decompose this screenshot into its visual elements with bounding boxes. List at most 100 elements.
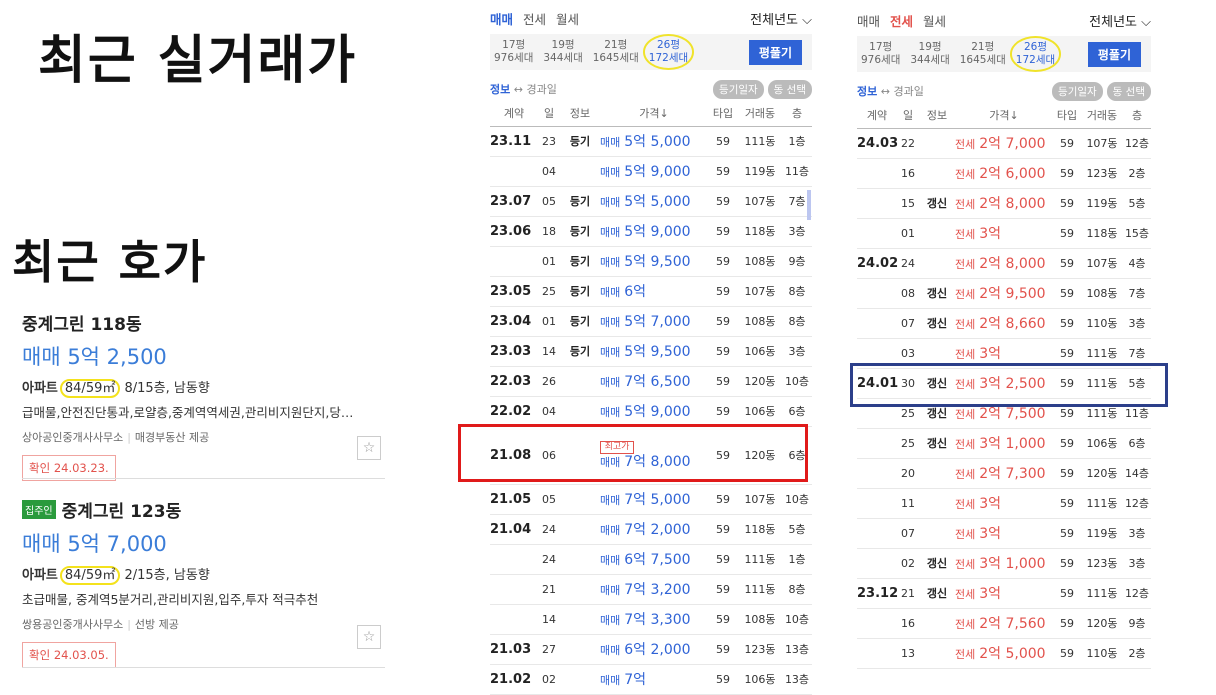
transaction-row[interactable]: 22.03 26 매매 7억 6,500 59 120동 10층 xyxy=(490,366,812,397)
column-header[interactable]: 가격↓ xyxy=(955,102,1053,129)
tab-monthly[interactable]: 월세 xyxy=(923,11,946,30)
transaction-row[interactable]: 11 전세 3억 59 111동 12층 xyxy=(857,488,1151,519)
transaction-row[interactable]: 14 매매 7억 3,300 59 108동 10층 xyxy=(490,604,812,635)
scrollbar-thumb[interactable] xyxy=(807,190,811,220)
transaction-row[interactable]: 23.12 21 갱신 전세 3억 59 111동 12층 xyxy=(857,578,1151,609)
transaction-row[interactable]: 25 갱신 전세 3억 1,000 59 106동 6층 xyxy=(857,428,1151,459)
type-cell: 59 xyxy=(1053,578,1081,609)
transaction-row[interactable]: 01 등기 매매 5억 9,500 59 108동 9층 xyxy=(490,246,812,277)
dong-select-pill[interactable]: 동 선택 xyxy=(1106,81,1151,101)
floor-cell: 12층 xyxy=(1123,488,1151,519)
transaction-row[interactable]: 16 전세 2억 7,560 59 120동 9층 xyxy=(857,608,1151,639)
size-option[interactable]: 19평 344세대 xyxy=(543,39,582,65)
area-highlight: 84/59㎡ xyxy=(59,566,121,585)
contract-day: 14 xyxy=(538,336,560,367)
transaction-row[interactable]: 07 전세 3억 59 119동 3층 xyxy=(857,518,1151,549)
type-cell: 59 xyxy=(1053,308,1081,339)
size-option-selected[interactable]: 26평 172세대 xyxy=(642,34,695,70)
price-cell: 매매 5억 9,000 xyxy=(600,156,708,187)
transaction-row[interactable]: 23.03 14 등기 매매 5억 9,500 59 106동 3층 xyxy=(490,336,812,367)
deal-type-label: 매매 xyxy=(600,346,621,359)
transaction-row[interactable]: 21.04 24 매매 7억 2,000 59 118동 5층 xyxy=(490,514,812,545)
transaction-row[interactable]: 21.02 02 매매 7억 59 106동 13층 xyxy=(490,664,812,695)
deal-type-tabs: 매매 전세 월세 전체년도 ⌵ xyxy=(857,8,1151,32)
price-value: 3억 xyxy=(979,586,1002,602)
contract-month xyxy=(857,158,897,189)
transaction-row[interactable]: 20 전세 2억 7,300 59 120동 14층 xyxy=(857,458,1151,489)
transaction-row[interactable]: 23.04 01 등기 매매 5억 7,000 59 108동 8층 xyxy=(490,306,812,337)
info-toggle[interactable]: 정보 xyxy=(490,81,510,97)
info-cell: 등기 xyxy=(560,336,600,367)
type-cell: 59 xyxy=(708,634,738,665)
transaction-row[interactable]: 13 전세 2억 5,000 59 110동 2층 xyxy=(857,638,1151,669)
transaction-row[interactable]: 23.05 25 등기 매매 6억 59 107동 8층 xyxy=(490,276,812,307)
size-option-selected[interactable]: 26평 172세대 xyxy=(1009,36,1062,72)
contract-month xyxy=(490,574,538,605)
contract-month xyxy=(490,156,538,187)
transaction-row[interactable]: 01 전세 3억 59 118동 15층 xyxy=(857,218,1151,249)
size-option[interactable]: 17평 976세대 xyxy=(861,41,900,67)
transaction-row[interactable]: 08 갱신 전세 2억 9,500 59 108동 7층 xyxy=(857,278,1151,309)
column-header[interactable]: 가격↓ xyxy=(600,100,708,127)
listing-card[interactable]: 집주인 중계그린 123동 매매 5억 7,000 아파트 84/59㎡ 2/15층… xyxy=(22,497,385,673)
elapsed-toggle[interactable]: ↔ 경과일 xyxy=(881,83,924,99)
registry-date-pill[interactable]: 등기일자 xyxy=(713,79,764,99)
contract-day: 23 xyxy=(538,126,560,157)
tab-jeonse[interactable]: 전세 xyxy=(523,9,546,28)
info-cell: 갱신 xyxy=(919,548,955,579)
transaction-row[interactable]: 23.11 23 등기 매매 5억 5,000 59 111동 1층 xyxy=(490,126,812,157)
dong-select-pill[interactable]: 동 선택 xyxy=(767,79,812,99)
size-option[interactable]: 19평 344세대 xyxy=(910,41,949,67)
info-cell xyxy=(560,366,600,397)
star-icon[interactable]: ☆ xyxy=(357,625,381,649)
size-option[interactable]: 17평 976세대 xyxy=(494,39,533,65)
tab-sale[interactable]: 매매 xyxy=(857,11,880,30)
pyeong-toggle-button[interactable]: 평풀기 xyxy=(1087,42,1141,67)
transaction-row[interactable]: 21.05 05 매매 7억 5,000 59 107동 10층 xyxy=(490,484,812,515)
transaction-row[interactable]: 24 매매 6억 7,500 59 111동 1층 xyxy=(490,544,812,575)
price-value: 3억 xyxy=(979,496,1002,512)
info-toggle[interactable]: 정보 xyxy=(857,83,877,99)
info-cell: 갱신 xyxy=(919,278,955,309)
transaction-row[interactable]: 24.02 24 전세 2억 8,000 59 107동 4층 xyxy=(857,248,1151,279)
price-cell: 전세 2억 7,000 xyxy=(955,128,1053,159)
building-cell: 111동 xyxy=(1081,578,1123,609)
transaction-row[interactable]: 16 전세 2억 6,000 59 123동 2층 xyxy=(857,158,1151,189)
tab-jeonse[interactable]: 전세 xyxy=(890,11,913,30)
elapsed-toggle[interactable]: ↔ 경과일 xyxy=(514,81,557,97)
registry-date-pill[interactable]: 등기일자 xyxy=(1052,81,1103,101)
info-cell xyxy=(919,248,955,279)
year-select[interactable]: 전체년도 ⌵ xyxy=(1089,11,1151,30)
transaction-row[interactable]: 23.06 18 등기 매매 5억 9,000 59 118동 3층 xyxy=(490,216,812,247)
transaction-row[interactable]: 21.03 27 매매 6억 2,000 59 123동 13층 xyxy=(490,634,812,665)
tab-sale[interactable]: 매매 xyxy=(490,9,513,28)
listing-title[interactable]: 집주인 중계그린 123동 xyxy=(22,497,385,522)
transaction-row[interactable]: 24.03 22 전세 2억 7,000 59 107동 12층 xyxy=(857,128,1151,159)
transaction-row[interactable]: 02 갱신 전세 3억 1,000 59 123동 3층 xyxy=(857,548,1151,579)
info-cell: 등기 xyxy=(560,246,600,277)
contract-day: 27 xyxy=(538,634,560,665)
building-cell: 106동 xyxy=(1081,428,1123,459)
deal-type-label: 매매 xyxy=(600,316,621,329)
transaction-row[interactable]: 23.07 05 등기 매매 5억 5,000 59 107동 7층 xyxy=(490,186,812,217)
year-select[interactable]: 전체년도 ⌵ xyxy=(750,9,812,28)
column-header: 정보 xyxy=(919,102,955,129)
star-icon[interactable]: ☆ xyxy=(357,436,381,460)
size-option[interactable]: 21평 1645세대 xyxy=(593,39,639,65)
info-cell xyxy=(919,518,955,549)
transaction-row[interactable]: 04 매매 5억 9,000 59 119동 11층 xyxy=(490,156,812,187)
listing-title[interactable]: 중계그린 118동 xyxy=(22,310,385,335)
pyeong-toggle-button[interactable]: 평풀기 xyxy=(748,40,802,65)
deal-type-label: 전세 xyxy=(955,468,976,481)
listing-card[interactable]: 중계그린 118동 매매 5억 2,500 아파트 84/59㎡ 8/15층, 남… xyxy=(22,310,385,486)
price-value: 5억 7,000 xyxy=(624,314,691,330)
transaction-row[interactable]: 07 갱신 전세 2억 8,660 59 110동 3층 xyxy=(857,308,1151,339)
building-cell: 108동 xyxy=(738,306,782,337)
price-value: 3억 1,000 xyxy=(979,436,1046,452)
contract-month xyxy=(857,188,897,219)
transaction-row[interactable]: 15 갱신 전세 2억 8,000 59 119동 5층 xyxy=(857,188,1151,219)
transaction-row[interactable]: 21 매매 7억 3,200 59 111동 8층 xyxy=(490,574,812,605)
tab-monthly[interactable]: 월세 xyxy=(556,9,579,28)
size-option[interactable]: 21평 1645세대 xyxy=(960,41,1006,67)
transaction-row[interactable]: 22.02 04 매매 5억 9,000 59 106동 6층 xyxy=(490,396,812,427)
